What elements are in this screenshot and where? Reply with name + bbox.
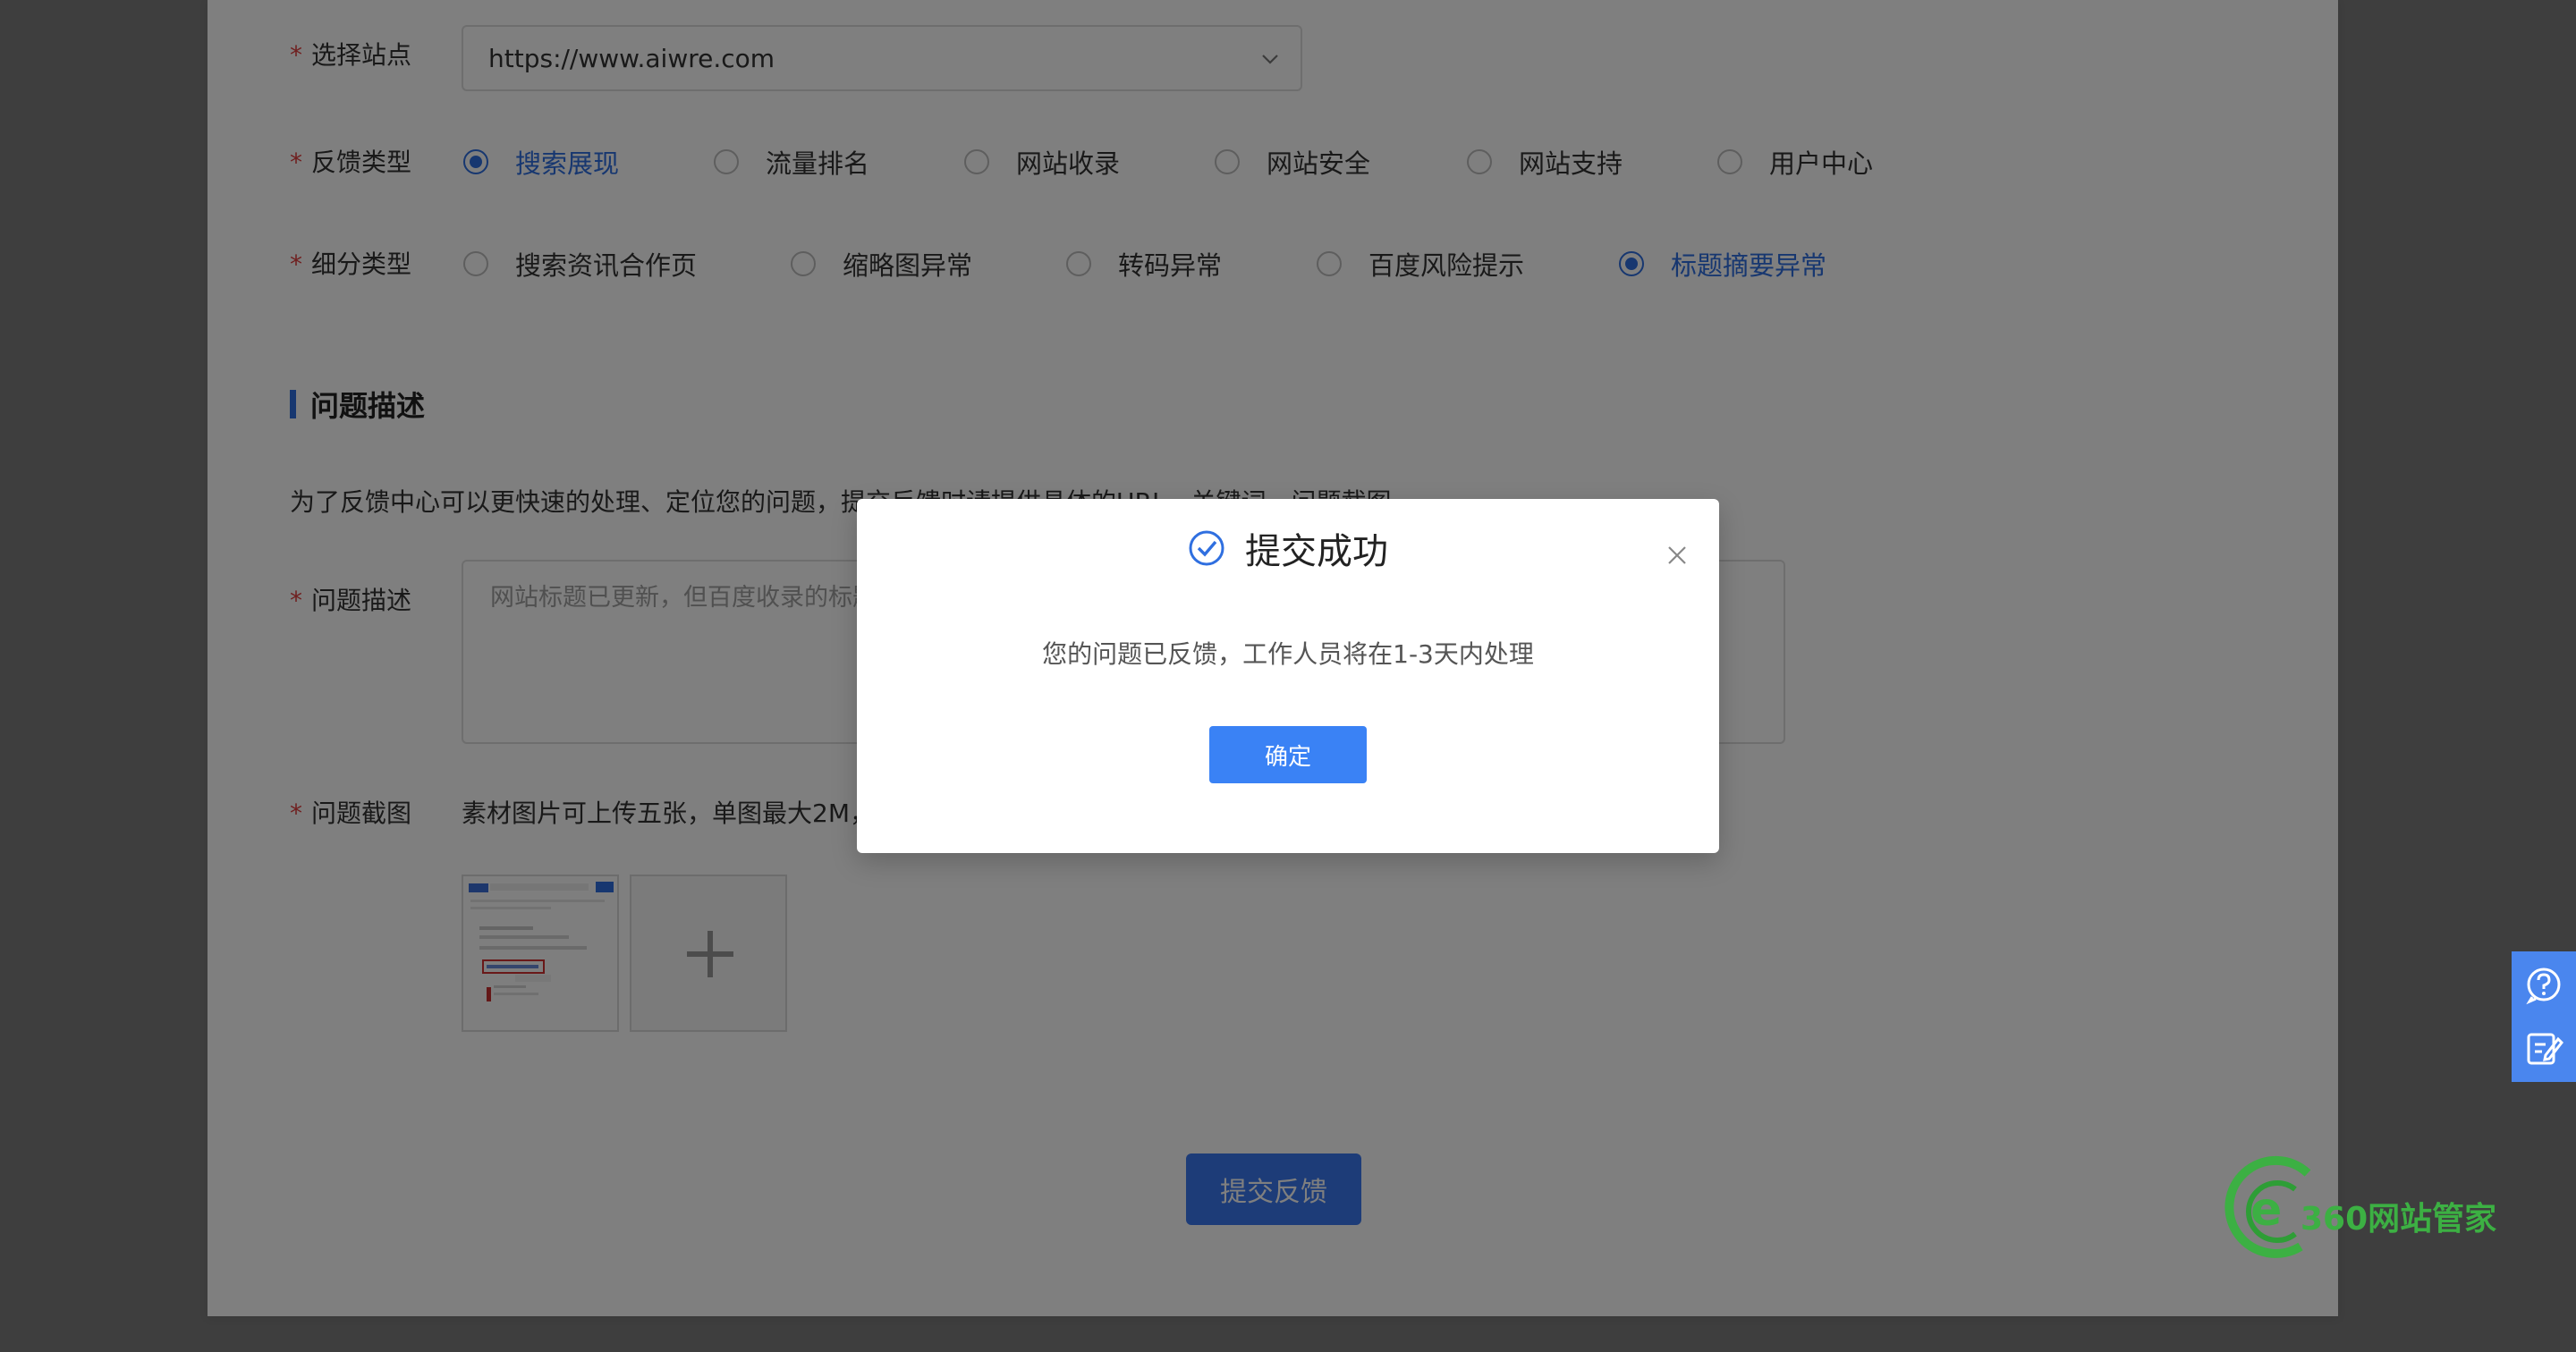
confirm-button[interactable]: 确定 bbox=[1209, 726, 1367, 783]
watermark-text: 360网站管家 bbox=[2301, 1201, 2497, 1238]
help-icon[interactable] bbox=[2524, 966, 2563, 1005]
svg-text:e: e bbox=[2250, 1183, 2282, 1237]
watermark-logo: e 360网站管家 bbox=[2218, 1153, 2496, 1264]
edit-feedback-icon[interactable] bbox=[2524, 1028, 2563, 1068]
modal-title-text: 提交成功 bbox=[1245, 531, 1388, 572]
close-icon[interactable] bbox=[1667, 545, 1687, 565]
side-toolbar bbox=[2512, 951, 2576, 1082]
modal-message: 您的问题已反馈，工作人员将在1-3天内处理 bbox=[1042, 639, 1534, 669]
check-circle-icon bbox=[1189, 530, 1224, 566]
modal-title: 提交成功 bbox=[857, 522, 1719, 574]
success-modal: 提交成功 您的问题已反馈，工作人员将在1-3天内处理 确定 bbox=[857, 499, 1719, 853]
